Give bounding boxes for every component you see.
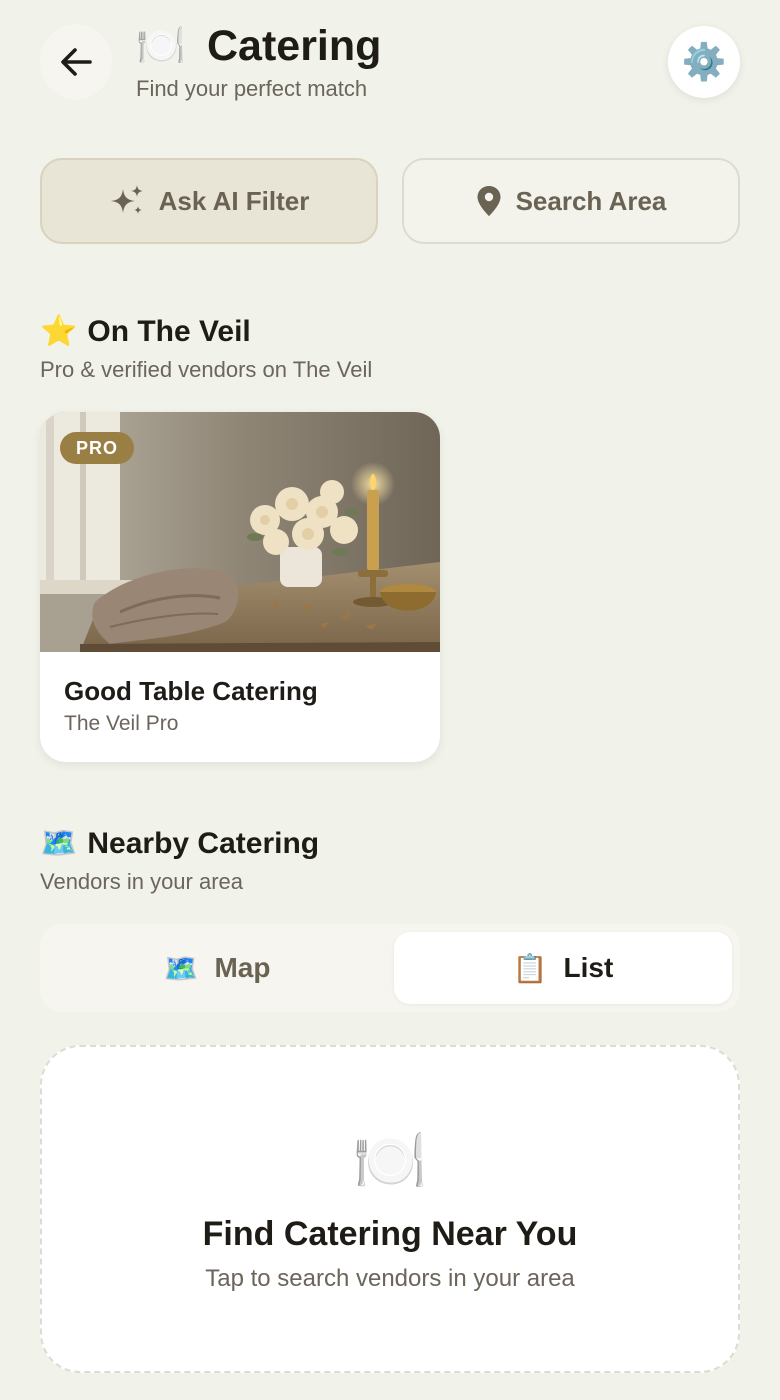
page-subtitle: Find your perfect match bbox=[136, 76, 368, 101]
vendor-tier: The Veil Pro bbox=[64, 712, 179, 735]
ask-ai-filter-label: Ask AI Filter bbox=[158, 185, 310, 216]
search-area-button[interactable]: Search Area bbox=[402, 158, 740, 244]
list-view-tab[interactable]: 📋 List bbox=[394, 932, 732, 1004]
map-icon: 🗺️ bbox=[163, 952, 199, 984]
map-pin-icon bbox=[477, 186, 501, 216]
back-button[interactable] bbox=[40, 24, 112, 100]
gear-icon: ⚙️ bbox=[681, 41, 727, 82]
settings-button[interactable]: ⚙️ bbox=[668, 26, 740, 98]
map-icon: 🗺️ bbox=[40, 827, 78, 860]
app-header: 🍽️ Catering Find your perfect match ⚙️ bbox=[40, 24, 740, 104]
map-tab-label: Map bbox=[214, 952, 271, 983]
empty-state-title: Find Catering Near You bbox=[202, 1215, 578, 1253]
featured-section-title: ⭐ On The Veil bbox=[40, 314, 251, 349]
star-icon: ⭐ bbox=[40, 315, 78, 348]
plate-icon: 🍽️ bbox=[352, 1127, 428, 1194]
nearby-section-title: 🗺️ Nearby Catering bbox=[40, 826, 319, 861]
ask-ai-filter-button[interactable]: Ask AI Filter bbox=[40, 158, 378, 244]
search-area-label: Search Area bbox=[515, 185, 667, 216]
list-tab-label: List bbox=[563, 952, 614, 983]
find-nearby-card[interactable]: 🍽️ Find Catering Near You Tap to search … bbox=[40, 1045, 740, 1373]
map-view-tab[interactable]: 🗺️ Map bbox=[48, 932, 386, 1004]
arrow-left-icon bbox=[61, 48, 92, 76]
vendor-name: Good Table Catering bbox=[64, 676, 318, 706]
empty-state-subtitle: Tap to search vendors in your area bbox=[205, 1265, 575, 1292]
plate-icon: 🍽️ bbox=[136, 24, 186, 68]
vendor-card[interactable]: PRO Good Table Catering The Veil Pro bbox=[40, 412, 440, 762]
pro-badge: PRO bbox=[60, 432, 134, 464]
featured-section-subtitle: Pro & verified vendors on The Veil bbox=[40, 357, 373, 382]
page-title: Catering bbox=[207, 22, 382, 70]
nearby-section-subtitle: Vendors in your area bbox=[40, 869, 244, 894]
featured-title-text: On The Veil bbox=[87, 314, 251, 348]
nearby-title-text: Nearby Catering bbox=[87, 826, 320, 860]
sparkles-icon bbox=[110, 185, 143, 214]
action-bar: Ask AI Filter Search Area bbox=[40, 158, 740, 244]
view-toggle: 🗺️ Map 📋 List bbox=[40, 924, 740, 1012]
clipboard-icon: 📋 bbox=[512, 952, 548, 984]
